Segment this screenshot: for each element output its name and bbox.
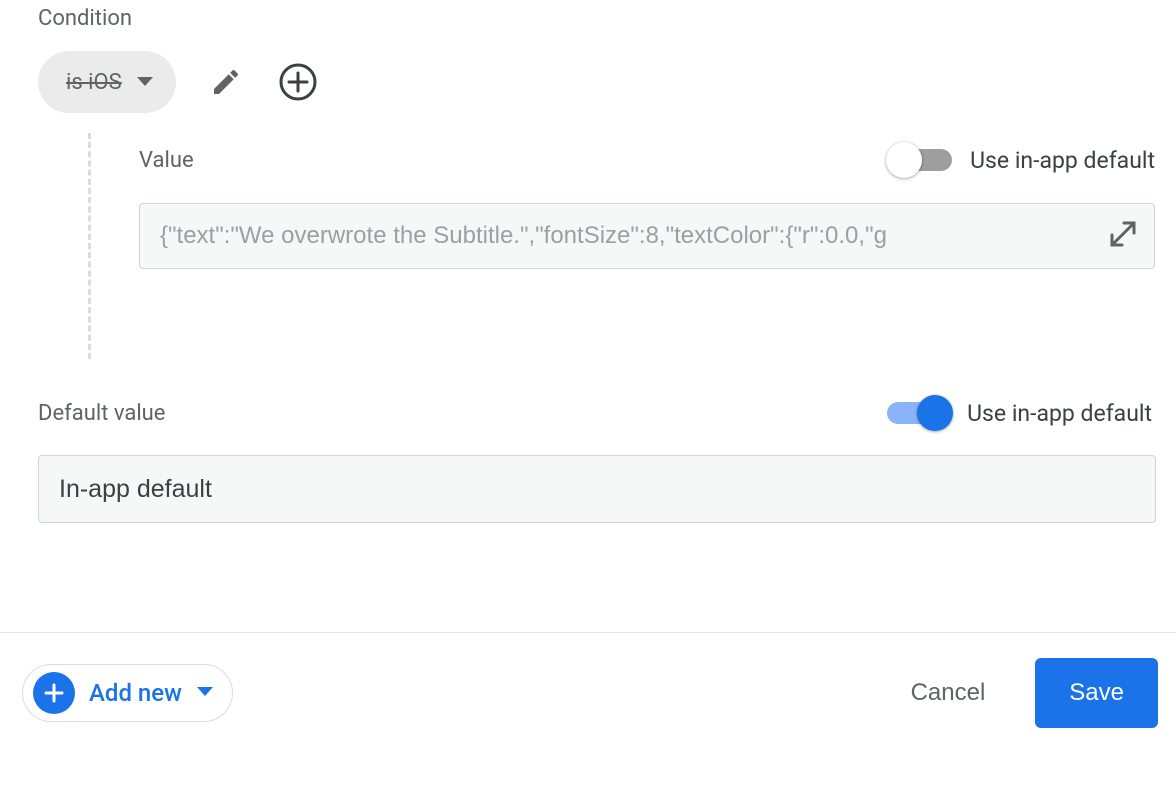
value-input[interactable] xyxy=(139,203,1155,269)
chevron-down-icon xyxy=(196,683,214,702)
expand-value-button[interactable] xyxy=(1105,218,1141,254)
save-button[interactable]: Save xyxy=(1035,658,1158,728)
condition-branch-line xyxy=(88,133,91,359)
edit-condition-button[interactable] xyxy=(204,60,248,104)
plus-icon xyxy=(33,672,75,714)
value-toggle-label: Use in-app default xyxy=(970,147,1155,174)
default-value-toggle-label: Use in-app default xyxy=(967,400,1152,427)
condition-chip-text: is iOS xyxy=(66,70,122,95)
add-condition-button[interactable] xyxy=(276,60,320,104)
cancel-button[interactable]: Cancel xyxy=(907,669,990,717)
condition-section-label: Condition xyxy=(38,6,1176,31)
pencil-icon xyxy=(210,66,242,98)
plus-circle-icon xyxy=(278,62,318,102)
chevron-down-icon xyxy=(136,76,154,88)
add-new-button[interactable]: Add new xyxy=(22,664,233,722)
default-value-label: Default value xyxy=(38,401,165,426)
expand-icon xyxy=(1108,219,1138,253)
value-label: Value xyxy=(139,148,194,173)
default-value-input[interactable] xyxy=(38,455,1156,523)
default-value-use-default-toggle[interactable] xyxy=(883,395,953,431)
value-use-default-toggle[interactable] xyxy=(886,142,956,178)
condition-chip[interactable]: is iOS xyxy=(38,51,176,113)
add-new-label: Add new xyxy=(89,679,182,707)
